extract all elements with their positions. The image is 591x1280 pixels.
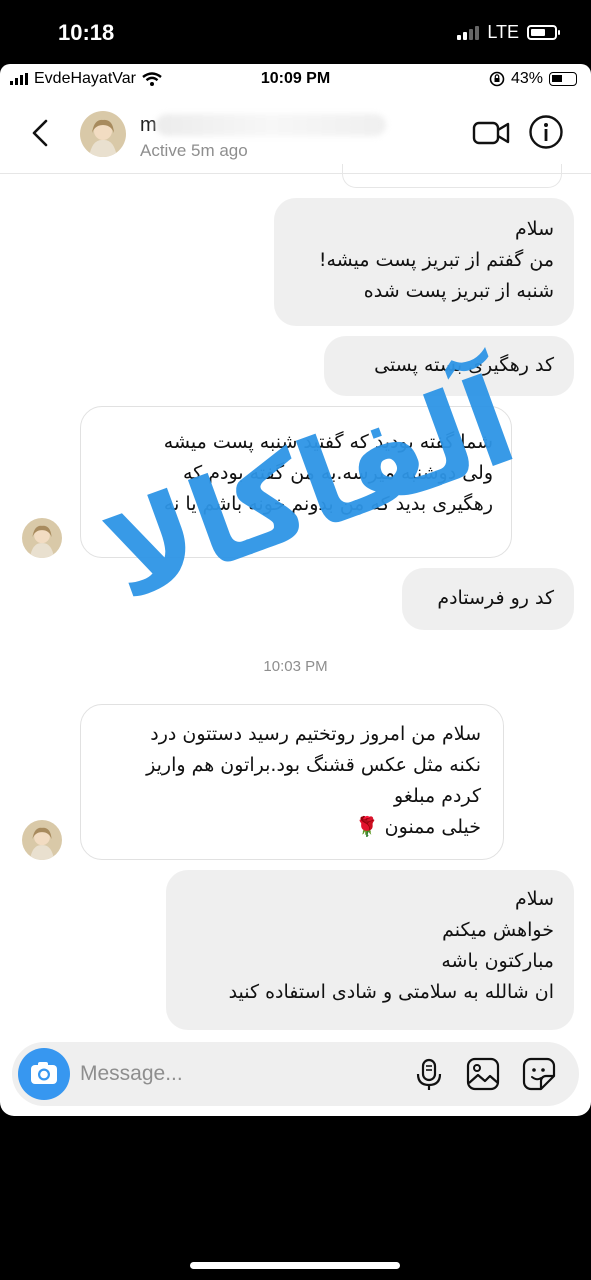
message-line: سلام <box>514 218 554 240</box>
battery-percent: 43% <box>510 70 543 87</box>
sender-avatar[interactable] <box>22 820 62 860</box>
message-line: ان شالله به سلامتی و شادی استفاده کنید <box>228 981 554 1003</box>
message-line: سلام من امروز روتختیم رسید دستتون درد <box>150 723 481 745</box>
inner-status-bar: EvdeHayatVar 10:09 PM 43% <box>0 64 591 96</box>
contact-name[interactable]: m <box>140 114 157 137</box>
home-indicator[interactable] <box>190 1262 400 1269</box>
message-line: من گفتم از تبریز پست میشه! <box>318 249 554 271</box>
chat-header: m Active 5m ago <box>0 96 591 174</box>
outer-clock: 10:18 <box>58 20 115 45</box>
message-outgoing[interactable]: کد رو فرستادم <box>402 568 574 630</box>
message-line: مبارکتون باشه <box>441 950 554 972</box>
message-line: کردم مبلغو <box>394 785 481 807</box>
inner-battery-icon <box>549 72 577 86</box>
message-outgoing[interactable]: سلام من گفتم از تبریز پست میشه! شنبه از … <box>274 198 574 326</box>
video-call-icon[interactable] <box>472 118 510 148</box>
microphone-icon[interactable] <box>414 1058 444 1092</box>
orientation-lock-icon <box>489 71 505 87</box>
instagram-dm-screen: EvdeHayatVar 10:09 PM 43% m Active 5m ag… <box>0 64 591 1116</box>
message-outgoing[interactable]: کد رهگیری بسته پستی <box>324 336 574 396</box>
outer-status-icons: LTE <box>457 22 560 43</box>
message-line: شما گفته بودید که گفتید شنبه پست میشه <box>163 431 493 453</box>
message-line: شنبه از تبریز پست شده <box>363 280 554 302</box>
message-line: ولی دوشنبه میرسه.به من گفته بودم که <box>182 462 493 484</box>
message-timestamp: 10:03 PM <box>263 658 328 675</box>
sender-avatar[interactable] <box>22 518 62 558</box>
name-redaction <box>156 114 386 136</box>
active-status: Active 5m ago <box>140 141 248 160</box>
back-icon[interactable] <box>28 118 54 148</box>
sticker-icon[interactable] <box>522 1057 556 1091</box>
battery-icon <box>527 25 560 40</box>
camera-icon <box>31 1062 57 1084</box>
network-type: LTE <box>487 22 519 42</box>
message-composer <box>12 1042 579 1106</box>
contact-avatar[interactable] <box>80 111 126 157</box>
message-incoming[interactable]: شما گفته بودید که گفتید شنبه پست میشه ول… <box>80 406 512 558</box>
camera-button[interactable] <box>18 1048 70 1100</box>
message-outgoing[interactable]: سلام خواهش میکنم مبارکتون باشه ان شالله … <box>166 870 574 1030</box>
outer-status-bar: 10:18 LTE <box>0 0 591 64</box>
message-line: خواهش میکنم <box>442 919 554 941</box>
message-line: سلام <box>514 888 554 910</box>
message-line: رهگیری بدید که من بدونم خونه باشم یا نه <box>163 493 493 515</box>
info-icon[interactable] <box>528 114 564 150</box>
previous-message-edge <box>342 164 562 188</box>
cellular-signal-icon <box>457 25 480 40</box>
message-input[interactable] <box>80 1042 400 1106</box>
message-line: کد رو فرستادم <box>437 587 554 609</box>
message-incoming[interactable]: سلام من امروز روتختیم رسید دستتون درد نک… <box>80 704 504 860</box>
inner-status-right: 43% <box>489 70 577 88</box>
gallery-icon[interactable] <box>466 1057 500 1091</box>
message-line: کد رهگیری بسته پستی <box>374 354 554 376</box>
message-thread[interactable]: سلام من گفتم از تبریز پست میشه! شنبه از … <box>0 164 591 1034</box>
message-line: خیلی ممنون 🌹 <box>354 816 481 838</box>
message-line: نکنه مثل عکس قشنگ بود.براتون هم واریز <box>146 754 481 776</box>
